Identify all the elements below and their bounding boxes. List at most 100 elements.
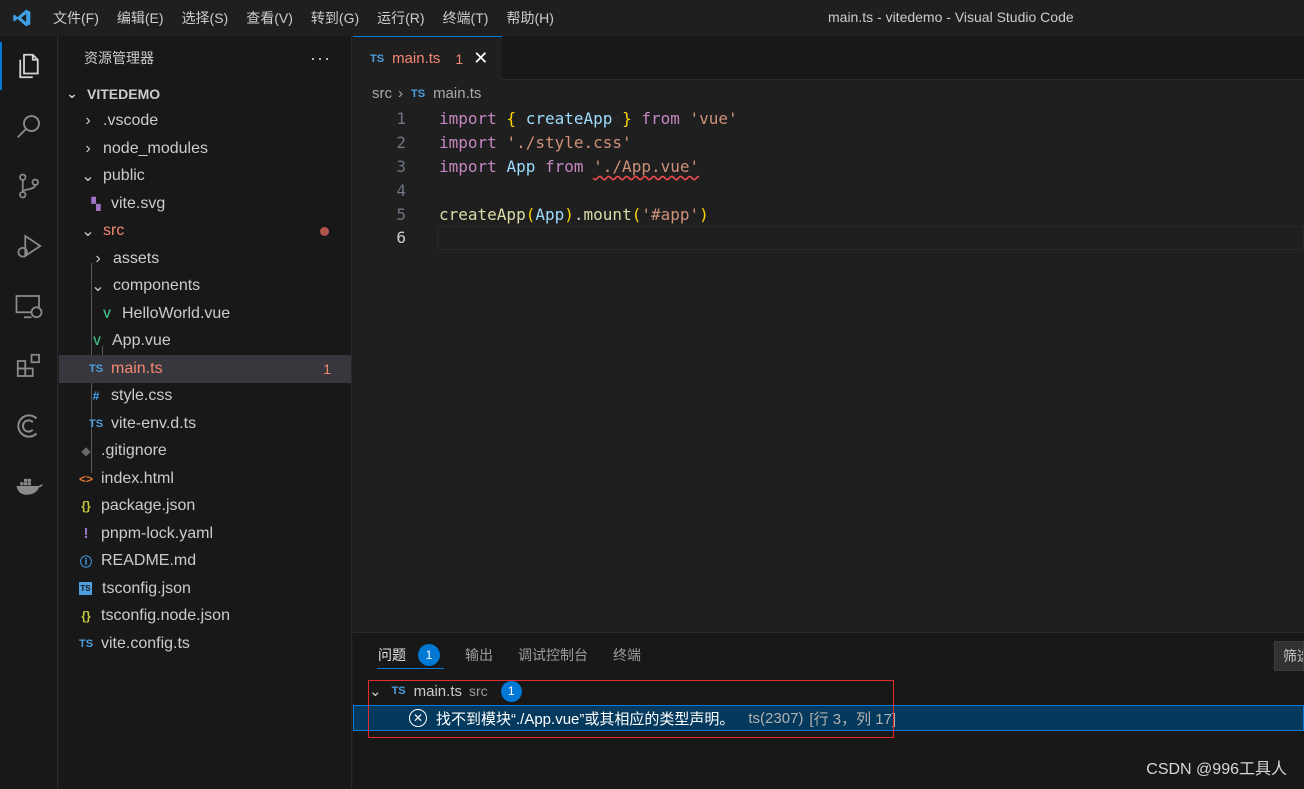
tree-item-src[interactable]: ⌄ src [59,218,351,246]
tree-item-label: style.css [111,387,173,405]
tree-item-vite-config-ts[interactable]: TS vite.config.ts [59,630,351,658]
json-file-icon: {} [81,499,91,514]
remote-explorer-icon[interactable] [0,276,58,336]
tree-item-label: components [113,277,201,295]
tree-item-tsconfig-node-json[interactable]: {} tsconfig.node.json [59,603,351,631]
tree-item-components[interactable]: ⌄ components [59,273,351,301]
yaml-file-icon: ! [83,525,89,543]
code-line: 5 createApp(App).mount('#app') [353,202,1304,226]
menu-go[interactable]: 转到(G) [302,0,368,36]
tab-problems[interactable]: 问题 1 [377,633,444,677]
explorer-icon[interactable] [0,36,58,96]
tree-item-main-ts[interactable]: TS main.ts 1 [59,355,351,383]
breadcrumb-folder[interactable]: src [372,85,392,102]
tree-item-readme-md[interactable]: ⓘ README.md [59,548,351,576]
tree-item-vscode[interactable]: › .vscode [59,108,351,136]
sidebar-header: 资源管理器 ··· [59,36,351,80]
tree-item-label: src [103,222,125,240]
menu-bar: 文件(F) 编辑(E) 选择(S) 查看(V) 转到(G) 运行(R) 终端(T… [44,0,563,36]
code-text: import './style.css' [439,133,632,153]
tree-item-style-css[interactable]: # style.css [59,383,351,411]
chevron-right-icon: › [85,112,91,130]
tree-item-label: public [103,167,145,185]
tree-root-vitedemo[interactable]: ⌄ VITEDEMO [59,80,351,108]
tree-item-index-html[interactable]: <> index.html [59,465,351,493]
typescript-file-icon: TS [88,362,104,375]
menu-view[interactable]: 查看(V) [237,0,302,36]
menu-run[interactable]: 运行(R) [368,0,433,36]
vue-file-icon: V [92,334,101,349]
breadcrumb-file[interactable]: main.ts [433,85,481,102]
code-line: 3 import App from './App.vue' [353,155,1304,179]
code-text: createApp(App).mount('#app') [439,204,709,224]
docker-icon[interactable] [0,456,58,516]
c-extension-icon[interactable] [0,396,58,456]
tree-item-pnpm-lock-yaml[interactable]: ! pnpm-lock.yaml [59,520,351,548]
json-file-icon: {} [81,609,91,624]
extensions-icon[interactable] [0,336,58,396]
tab-terminal[interactable]: 终端 [613,633,641,677]
menu-edit[interactable]: 编辑(E) [108,0,173,36]
error-dot-icon [320,226,329,236]
highlight-annotation-box [368,680,894,738]
tree-item-label: HelloWorld.vue [122,304,231,322]
menu-selection[interactable]: 选择(S) [173,0,238,36]
tree-item-vite-svg[interactable]: ▚ vite.svg [59,190,351,218]
chevron-right-icon: › [398,85,403,102]
tsconfig-file-icon: TS [79,582,92,596]
line-number: 3 [396,156,406,176]
line-number: 5 [396,204,406,224]
tree-item-public[interactable]: ⌄ public [59,163,351,191]
current-line-highlight [437,225,1304,250]
code-lines: 1 import { createApp } from 'vue' 2 impo… [353,107,1304,250]
chevron-down-icon: ⌄ [91,278,105,296]
chevron-right-icon: › [85,139,91,157]
git-file-icon: ◆ [81,444,91,459]
tree-item-label: assets [113,249,160,267]
tree-item-label: vite.svg [111,194,166,212]
search-icon[interactable] [0,96,58,156]
vscode-logo-icon [0,0,44,36]
tree-item-app-vue[interactable]: V App.vue [59,328,351,356]
run-debug-icon[interactable] [0,216,58,276]
breadcrumb: src › TS main.ts [372,85,481,102]
tree-item-assets[interactable]: › assets [59,245,351,273]
typescript-file-icon: TS [370,52,385,65]
line-number: 4 [396,180,406,200]
tab-output[interactable]: 输出 [465,633,493,677]
tree-item-vite-env-d-ts[interactable]: TS vite-env.d.ts [59,410,351,438]
source-control-icon[interactable] [0,156,58,216]
line-number: 2 [396,133,406,153]
menu-terminal[interactable]: 终端(T) [434,0,498,36]
code-editor[interactable]: src › TS main.ts 1 import { createApp } … [353,80,1304,632]
tab-debug-console[interactable]: 调试控制台 [518,633,588,677]
tree-item-label: App.vue [112,332,171,350]
menu-help[interactable]: 帮助(H) [497,0,562,36]
tree-item-package-json[interactable]: {} package.json [59,493,351,521]
tree-item-label: vite-env.d.ts [111,414,197,432]
tab-main-ts[interactable]: TS main.ts 1 ✕ [353,36,502,80]
more-actions-icon[interactable]: ··· [310,48,331,69]
problems-count-badge: 1 [418,644,440,666]
editor-tabs: TS main.ts 1 ✕ [353,36,1304,80]
tree-item-label: node_modules [103,139,208,157]
tree-item-label: .vscode [103,112,159,130]
tree-item-gitignore[interactable]: ◆ .gitignore [59,438,351,466]
filter-input[interactable]: 筛选 [1274,641,1304,671]
close-icon[interactable]: ✕ [473,48,488,69]
typescript-file-icon: TS [411,87,426,100]
code-line: 4 [353,178,1304,202]
panel-tabs: 问题 1 输出 调试控制台 终端 [353,633,641,677]
code-text: import { createApp } from 'vue' [439,109,738,129]
tree-item-tsconfig-json[interactable]: TS tsconfig.json [59,575,351,603]
css-file-icon: # [92,389,100,404]
tab-problem-count: 1 [455,50,464,67]
bottom-panel: 问题 1 输出 调试控制台 终端 筛选 ⌄ TS main.ts src 1 ✕… [353,632,1304,789]
menu-file[interactable]: 文件(F) [44,0,108,36]
tree-item-helloworld-vue[interactable]: V HelloWorld.vue [59,300,351,328]
tree-item-node-modules[interactable]: › node_modules [59,135,351,163]
tree-item-label: pnpm-lock.yaml [101,524,214,542]
tree-item-label: tsconfig.json [102,579,191,597]
chevron-down-icon: ⌄ [81,223,95,241]
file-tree: ⌄ VITEDEMO › .vscode › node_modules ⌄ pu… [59,80,351,658]
